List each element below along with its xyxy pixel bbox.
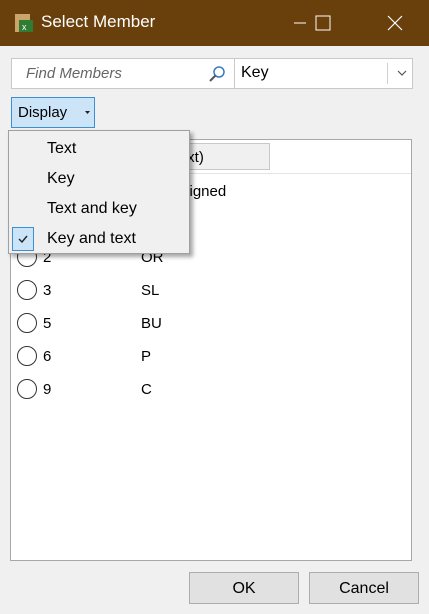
search-row: Key bbox=[11, 58, 413, 89]
menu-item-label: Text and key bbox=[47, 200, 137, 217]
row-text: SL bbox=[141, 282, 160, 299]
display-button-label: Display bbox=[18, 104, 68, 121]
search-input[interactable] bbox=[12, 59, 234, 88]
radio-button[interactable] bbox=[17, 313, 37, 333]
menu-item-key-and-text[interactable]: Key and text bbox=[9, 225, 189, 255]
display-button[interactable]: Display bbox=[11, 97, 95, 128]
ok-button[interactable]: OK bbox=[189, 572, 299, 604]
row-key: 6 bbox=[43, 348, 52, 365]
menu-item-text-and-key[interactable]: Text and key bbox=[9, 195, 189, 225]
search-icon[interactable] bbox=[208, 65, 226, 83]
display-menu: Text Key Text and key Key and text bbox=[8, 130, 190, 254]
cancel-button-label: Cancel bbox=[339, 580, 389, 597]
row-text: P bbox=[141, 348, 152, 365]
menu-item-label: Key and text bbox=[47, 230, 136, 247]
close-icon[interactable] bbox=[372, 0, 418, 46]
menu-item-text[interactable]: Text bbox=[9, 135, 189, 165]
row-text: BU bbox=[141, 315, 162, 332]
list-item[interactable]: 9 C bbox=[11, 374, 411, 407]
svg-text:x: x bbox=[22, 22, 27, 32]
cancel-button[interactable]: Cancel bbox=[309, 572, 419, 604]
checkmark-icon bbox=[18, 235, 28, 243]
key-select-value: Key bbox=[241, 64, 269, 81]
radio-button[interactable] bbox=[17, 280, 37, 300]
list-item[interactable]: 6 P bbox=[11, 341, 411, 374]
menu-item-label: Key bbox=[47, 170, 75, 187]
row-key: 3 bbox=[43, 282, 52, 299]
radio-button[interactable] bbox=[17, 379, 37, 399]
chevron-down-icon bbox=[85, 111, 90, 114]
window-title: Select Member bbox=[41, 12, 156, 31]
list-item[interactable]: 3 SL bbox=[11, 275, 411, 308]
menu-item-label: Text bbox=[47, 140, 77, 157]
key-select-divider bbox=[387, 63, 388, 84]
menu-item-key[interactable]: Key bbox=[9, 165, 189, 195]
row-key: 9 bbox=[43, 381, 52, 398]
radio-button[interactable] bbox=[17, 346, 37, 366]
chevron-down-icon[interactable] bbox=[397, 70, 407, 76]
app-icon: x bbox=[15, 14, 33, 32]
key-select[interactable]: Key bbox=[235, 59, 412, 88]
list-item[interactable]: 5 BU bbox=[11, 308, 411, 341]
title-bar: x Select Member bbox=[0, 0, 429, 46]
maximize-icon[interactable] bbox=[300, 0, 346, 46]
menu-check-box bbox=[12, 227, 34, 251]
ok-button-label: OK bbox=[232, 580, 256, 597]
row-text: C bbox=[141, 381, 152, 398]
row-key: 5 bbox=[43, 315, 52, 332]
